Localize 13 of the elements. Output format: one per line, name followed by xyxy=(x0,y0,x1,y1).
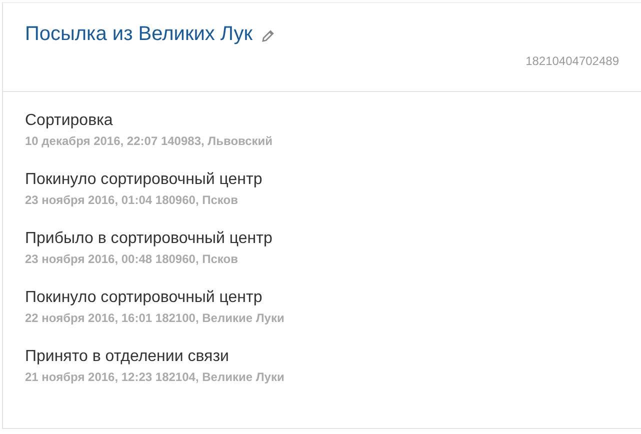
event-status: Прибыло в сортировочный центр xyxy=(25,230,272,248)
event-details: 21 ноября 2016, 12:23 182104, Великие Луки xyxy=(25,370,284,384)
event-details: 23 ноября 2016, 01:04 180960, Псков xyxy=(25,193,238,207)
event-details: 23 ноября 2016, 00:48 180960, Псков xyxy=(25,252,238,266)
event-status: Покинуло сортировочный центр xyxy=(25,289,262,307)
event-status: Принято в отделении связи xyxy=(25,348,229,366)
event-status: Покинуло сортировочный центр xyxy=(25,171,262,189)
event-status: Сортировка xyxy=(25,112,113,130)
track-number: 18210404702489 xyxy=(526,54,619,68)
pencil-icon[interactable] xyxy=(260,28,275,42)
event-details: 10 декабря 2016, 22:07 140983, Львовский xyxy=(25,134,273,148)
parcel-title: Посылка из Великих Лук xyxy=(25,23,253,46)
event-details: 22 ноября 2016, 16:01 182100, Великие Луки xyxy=(25,311,284,325)
